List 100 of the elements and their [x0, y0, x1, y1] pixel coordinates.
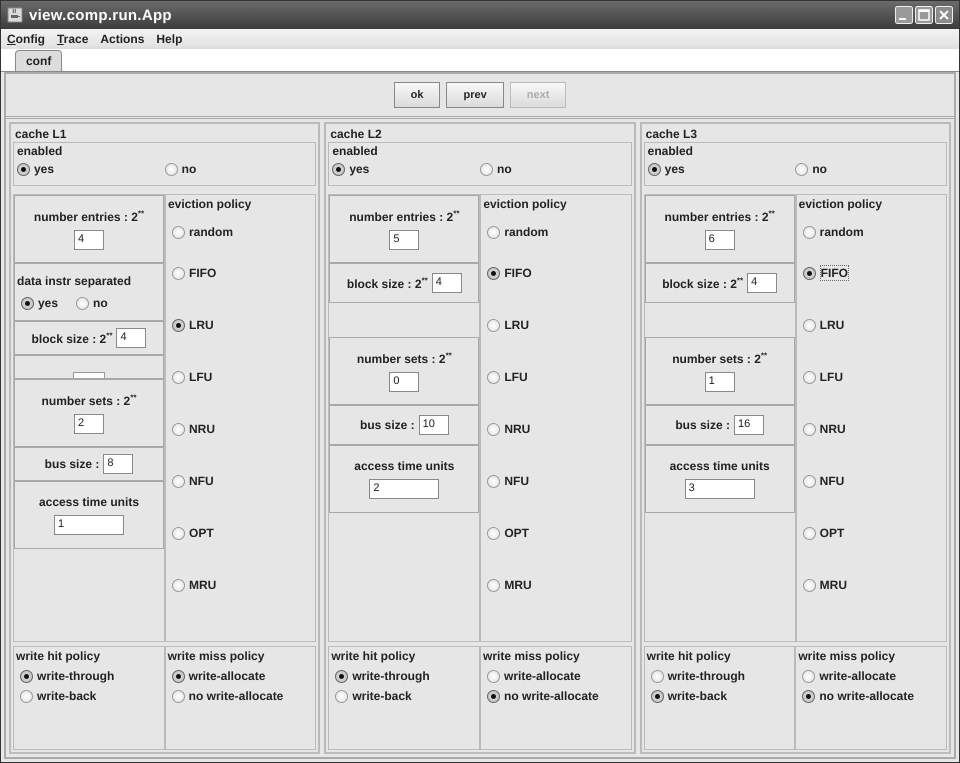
- window-title: view.comp.run.App: [29, 6, 172, 24]
- input-field[interactable]: 3: [684, 479, 755, 499]
- menu-item[interactable]: Help: [156, 32, 182, 46]
- radio-button[interactable]: FIFO: [798, 247, 944, 299]
- radio-button[interactable]: LRU: [483, 299, 629, 351]
- radio-button[interactable]: NRU: [168, 403, 314, 455]
- radio-button[interactable]: OPT: [483, 507, 629, 559]
- cache-title: cache L2: [329, 126, 383, 142]
- radio-button[interactable]: no write-allocate: [168, 689, 314, 703]
- group-title: write hit policy: [16, 649, 102, 663]
- radio-button[interactable]: LRU: [168, 299, 314, 351]
- input-field[interactable]: 16: [734, 415, 764, 435]
- radio-button[interactable]: write-back: [646, 689, 792, 703]
- setting-label: data instr separated: [17, 274, 132, 288]
- radio-button[interactable]: no: [76, 296, 108, 310]
- radio-button[interactable]: write-through: [16, 669, 162, 683]
- tab[interactable]: conf: [15, 50, 62, 71]
- setting-label: number sets : 2$^{**}$: [42, 392, 136, 408]
- radio-button[interactable]: LFU: [798, 351, 944, 403]
- input-field[interactable]: 0: [389, 372, 420, 392]
- group-title: write miss policy: [168, 649, 266, 663]
- radio-button[interactable]: random: [483, 217, 629, 247]
- radio-button[interactable]: random: [798, 217, 944, 247]
- setting-label: bus size :: [675, 418, 730, 432]
- radio-button[interactable]: no write-allocate: [798, 689, 944, 703]
- radio-button[interactable]: write-allocate: [798, 669, 944, 683]
- group-title: write miss policy: [798, 649, 896, 663]
- radio-button[interactable]: FIFO: [483, 247, 629, 299]
- radio-button[interactable]: OPT: [168, 507, 314, 559]
- group-title: eviction policy: [483, 197, 568, 211]
- group-title: enabled: [332, 144, 379, 158]
- menu-item[interactable]: Actions: [100, 32, 144, 46]
- radio-button[interactable]: NFU: [483, 455, 629, 507]
- menu-item[interactable]: Config: [7, 32, 45, 46]
- radio-button[interactable]: LRU: [798, 299, 944, 351]
- radio-button[interactable]: MRU: [168, 559, 314, 611]
- setting-label: number sets : 2$^{**}$: [672, 350, 768, 366]
- radio-button[interactable]: NFU: [168, 455, 314, 507]
- setting-label: block size : 2$^{**}$: [346, 276, 428, 290]
- input-field[interactable]: 2: [74, 414, 104, 434]
- input-field[interactable]: 1: [704, 372, 735, 392]
- radio-button[interactable]: write-allocate: [168, 669, 314, 683]
- setting-label: access time units: [354, 459, 454, 473]
- radio-button[interactable]: LFU: [483, 351, 629, 403]
- group-title: eviction policy: [798, 197, 884, 211]
- group-title: write hit policy: [646, 649, 732, 663]
- input-field[interactable]: 2: [369, 479, 440, 499]
- input-field[interactable]: 6: [704, 230, 735, 250]
- minimize-icon[interactable]: [895, 6, 913, 24]
- input-field[interactable]: 1: [54, 515, 124, 535]
- setting-label: access time units: [38, 495, 140, 509]
- group-title: eviction policy: [168, 197, 252, 211]
- maximize-icon[interactable]: [915, 6, 933, 24]
- radio-button[interactable]: yes: [648, 162, 796, 176]
- setting-label: number entries : 2$^{**}$: [34, 208, 144, 224]
- group-title: enabled: [648, 144, 694, 158]
- cache-title: cache L1: [14, 126, 68, 142]
- radio-button[interactable]: MRU: [483, 559, 629, 611]
- input-field[interactable]: 10: [418, 415, 449, 435]
- radio-button[interactable]: write-through: [646, 669, 792, 683]
- setting-label: bus size :: [360, 418, 415, 432]
- input-field[interactable]: 5: [389, 230, 420, 250]
- menu-item[interactable]: Trace: [57, 32, 88, 46]
- radio-button[interactable]: FIFO: [168, 247, 314, 299]
- radio-button[interactable]: write-through: [331, 669, 477, 683]
- radio-button[interactable]: random: [168, 217, 314, 247]
- radio-button[interactable]: no: [795, 162, 943, 176]
- button[interactable]: ok: [394, 82, 440, 108]
- radio-button[interactable]: OPT: [798, 507, 944, 559]
- setting-label: access time units: [670, 459, 770, 473]
- setting-label: number entries : 2$^{**}$: [349, 208, 460, 224]
- radio-button[interactable]: NFU: [798, 455, 944, 507]
- setting-label: number entries : 2$^{**}$: [664, 208, 775, 224]
- radio-button[interactable]: no: [480, 162, 628, 176]
- setting-label: bus size :: [44, 457, 100, 471]
- cache-title: cache L3: [644, 126, 698, 142]
- input-field[interactable]: 4: [747, 273, 778, 293]
- radio-button[interactable]: NRU: [483, 403, 629, 455]
- group-title: enabled: [17, 144, 64, 158]
- radio-button[interactable]: MRU: [798, 559, 944, 611]
- input-field[interactable]: 4: [74, 230, 104, 250]
- radio-button[interactable]: write-allocate: [483, 669, 629, 683]
- input-field[interactable]: 4: [116, 328, 146, 348]
- input-field[interactable]: 4: [432, 273, 462, 293]
- radio-button[interactable]: write-back: [331, 689, 477, 703]
- setting-label: block size : 2$^{**}$: [32, 330, 112, 346]
- radio-button[interactable]: LFU: [168, 351, 314, 403]
- radio-button[interactable]: yes: [332, 162, 480, 176]
- radio-button[interactable]: no write-allocate: [483, 689, 629, 703]
- group-title: write miss policy: [483, 649, 581, 663]
- button[interactable]: prev: [446, 82, 504, 108]
- radio-button[interactable]: NRU: [798, 403, 944, 455]
- group-title: write hit policy: [331, 649, 416, 663]
- radio-button[interactable]: no: [164, 162, 312, 176]
- app-icon: [7, 7, 23, 23]
- radio-button[interactable]: write-back: [16, 689, 162, 703]
- radio-button[interactable]: yes: [21, 296, 58, 310]
- input-field[interactable]: 8: [103, 454, 134, 474]
- close-icon[interactable]: [935, 6, 953, 24]
- radio-button[interactable]: yes: [17, 162, 165, 176]
